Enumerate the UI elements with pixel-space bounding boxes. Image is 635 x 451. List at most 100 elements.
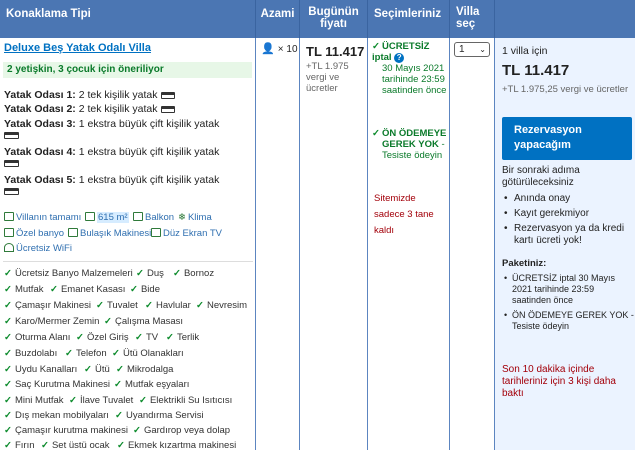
bed-icon (4, 188, 19, 195)
col-choices (368, 38, 450, 450)
bedroom-name: Yatak Odası 5: (4, 174, 76, 186)
size-icon (85, 212, 95, 221)
free-cancel-date: 30 Mayıs 2021 tarihinde 23:59 saatinden … (382, 63, 447, 96)
summary-next-step: Bir sonraki adıma götürüleceksiniz (502, 165, 580, 188)
amenity: Dış mekan mobilyaları (4, 410, 109, 421)
amenity: Emanet Kasası (50, 284, 125, 295)
amenity: Ütü Olanakları (112, 348, 184, 359)
amenity: Tuvalet (96, 300, 138, 311)
amenity: Mikrodalga (116, 364, 173, 375)
chevron-down-icon: ⌄ (479, 45, 486, 54)
amenity: Gardırop veya dolap (133, 425, 230, 436)
facility-wifi: Ücretsiz WiFi (4, 243, 72, 254)
bedroom-3: Yatak Odası 3: 1 ekstra büyük çift kişil… (4, 118, 219, 130)
dishwasher-icon (68, 228, 78, 237)
facility-bath: Özel banyo (4, 228, 64, 239)
facility-balcony: Balkon (133, 212, 174, 223)
header-type-label: Konaklama Tipi (6, 8, 91, 20)
amenity: Telefon (65, 348, 107, 359)
scarcity-warning: Sitemizde sadece 3 tane kaldı (374, 193, 434, 236)
bedroom-name: Yatak Odası 2: (4, 103, 76, 115)
villa-quantity-value: 1 (459, 44, 465, 55)
amenity: Set üstü ocak (41, 440, 110, 451)
room-table: Konaklama Tipi Azami Bugünün fiyatı Seçi… (0, 0, 635, 451)
col-max (256, 38, 300, 450)
info-icon[interactable]: ? (394, 53, 405, 63)
recommendation-badge: 2 yetişkin, 3 çocuk için öneriliyor (3, 62, 252, 78)
check-icon: ✓ (372, 41, 380, 52)
free-cancel-choice: ✓ ÜCRETSİZ iptal ? 30 Mayıs 2021 tarihind… (372, 41, 448, 96)
bedroom-2: Yatak Odası 2: 2 tek kişilik yatak (4, 103, 175, 115)
facility-size: 615 m² (85, 212, 129, 223)
facility-dishwasher: Bulaşık Makinesi (68, 228, 151, 239)
header-choices-label: Seçimleriniz (374, 8, 442, 20)
amenity: Oturma Alanı (4, 332, 70, 343)
package-item: ÖN ÖDEMEYE GEREK YOK - Tesiste ödeyin (502, 310, 634, 332)
header-type: Konaklama Tipi (0, 0, 256, 38)
amenity: Mini Mutfak (4, 395, 64, 406)
recent-views-notice: Son 10 dakika içinde tarihleriniz için 3… (502, 364, 616, 399)
bedroom-name: Yatak Odası 4: (4, 146, 76, 158)
facility-wifi-label: Ücretsiz WiFi (16, 243, 72, 254)
house-icon (4, 212, 14, 221)
amenity: Çamaşır Makinesi (4, 300, 91, 311)
reserve-button[interactable]: Rezervasyon yapacağım (502, 117, 632, 160)
amenity: Bornoz (173, 268, 214, 279)
prepay-choice: ✓ ÖN ÖDEMEYE GEREK YOK - Tesiste ödeyin (372, 128, 448, 161)
amenity: Bide (130, 284, 160, 295)
header-select: Villa seç (450, 0, 495, 38)
amenity: Buzdolabı (4, 348, 57, 359)
package-title: Paketiniz: (502, 258, 547, 269)
header-choices: Seçimleriniz (368, 0, 450, 38)
summary-bullet: Kayıt gerekmiyor (502, 208, 634, 220)
summary-bullet: Anında onay (502, 193, 634, 205)
amenity: Fırın (4, 440, 35, 451)
snowflake-icon: ❄ (178, 212, 186, 223)
max-occupancy-count: × 10 (277, 44, 298, 55)
header-summary (495, 0, 635, 38)
amenity: Çalışma Masası (104, 316, 183, 327)
facility-tv: Düz Ekran TV (151, 228, 222, 239)
amenity: Saç Kurutma Makinesi (4, 379, 110, 390)
bedroom-desc: 2 tek kişilik yatak (78, 89, 158, 101)
tv-icon (151, 228, 161, 237)
amenity: Terlik (166, 332, 199, 343)
villa-quantity-select[interactable]: 1 ⌄ (454, 42, 490, 57)
bed-icon (160, 105, 175, 113)
bedroom-desc: 2 tek kişilik yatak (78, 103, 158, 115)
facility-ac: ❄ Klima (178, 212, 212, 223)
room-title-link[interactable]: Deluxe Beş Yatak Odalı Villa (4, 42, 151, 54)
amenity: Nevresim (196, 300, 247, 311)
bedroom-4: Yatak Odası 4: 1 ekstra büyük çift kişil… (4, 146, 219, 158)
summary-tax: +TL 1.975,25 vergi ve ücretler (502, 84, 629, 95)
check-icon: ✓ (372, 128, 380, 139)
bedroom-1: Yatak Odası 1: 2 tek kişilik yatak (4, 89, 175, 101)
facility-balcony-label: Balkon (145, 212, 175, 223)
bedroom-5: Yatak Odası 5: 1 ekstra büyük çift kişil… (4, 174, 219, 186)
bed-icon (160, 91, 175, 99)
divider (3, 261, 253, 262)
bath-icon (4, 228, 14, 237)
price-tax: +TL 1.975 vergi ve ücretler (306, 61, 349, 94)
balcony-icon (133, 212, 143, 221)
amenity: Ütü (84, 364, 110, 375)
amenity: Uydu Kanalları (4, 364, 77, 375)
person-icon: 👤 (261, 43, 275, 55)
facility-bath-label: Özel banyo (16, 228, 65, 239)
amenity: Elektrikli Su Isıtıcısı (139, 395, 232, 406)
header-price: Bugünün fiyatı (300, 0, 368, 38)
facility-ac-label: Klima (187, 212, 212, 223)
max-occupancy: 👤 × 10 (261, 42, 298, 55)
facility-size-label: 615 m² (97, 212, 129, 223)
bedroom-name: Yatak Odası 1: (4, 89, 76, 101)
amenity: Çamaşır kurutma makinesi (4, 425, 128, 436)
amenity: İlave Tuvalet (69, 395, 133, 406)
amenity: Özel Giriş (76, 332, 129, 343)
amenity: Uyandırma Servisi (115, 410, 204, 421)
header-max: Azami (256, 0, 300, 38)
facility-villa-label: Villanın tamamı (16, 212, 82, 223)
facility-tv-label: Düz Ekran TV (163, 228, 222, 239)
package-item: ÜCRETSİZ iptal 30 Mayıs 2021 tarihinde 2… (502, 273, 634, 306)
amenity: Mutfak (4, 284, 44, 295)
header-price-label: Bugünün fiyatı (308, 6, 359, 30)
